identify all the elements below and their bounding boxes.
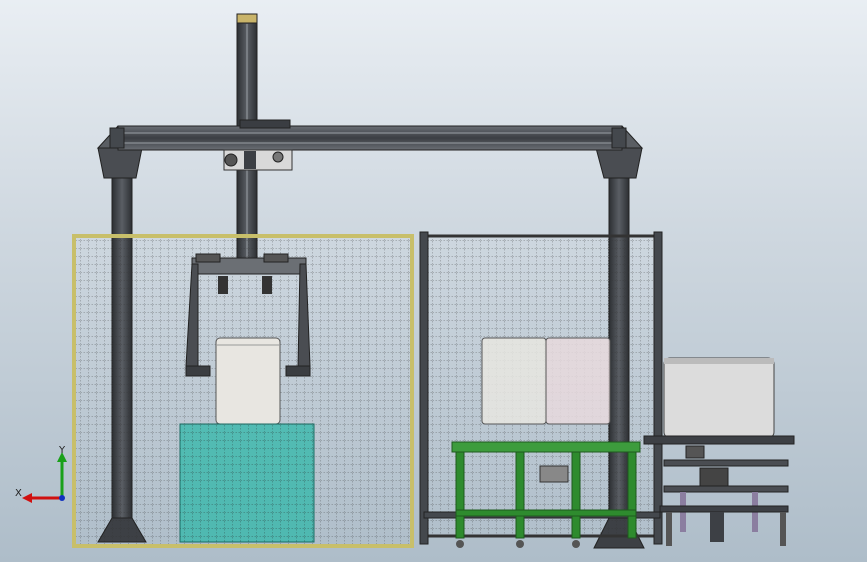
outfeed-conveyor-unit (643, 357, 795, 546)
axis-carriage-motor (223, 149, 293, 171)
coordinate-triad: Y X (15, 445, 67, 503)
gantry-top-beam (96, 119, 644, 151)
cartons-on-table (481, 337, 611, 425)
teal-pallet-stack (179, 423, 315, 543)
x-axis-label: X (15, 488, 22, 499)
cad-drawing-canvas: Y X (15, 13, 795, 549)
picked-carton (215, 337, 281, 425)
y-axis-label: Y (58, 445, 66, 456)
